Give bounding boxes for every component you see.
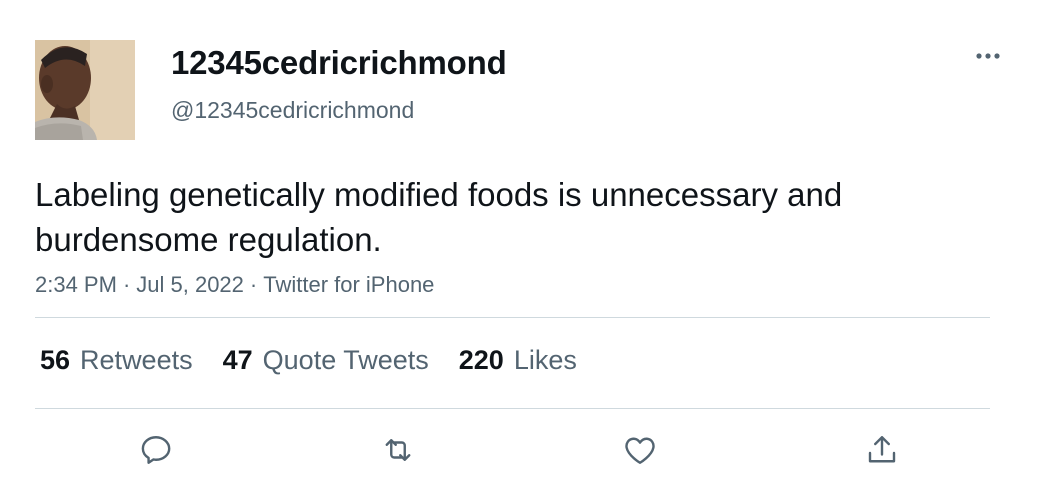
more-icon	[976, 53, 1000, 59]
user-handle[interactable]: @12345cedricrichmond	[171, 97, 414, 124]
tweet-card: 12345cedricrichmond @12345cedricrichmond…	[0, 0, 1050, 480]
quote-tweets-count: 47	[222, 344, 253, 375]
engagement-stats: 56 Retweets 47 Quote Tweets 220 Likes	[40, 342, 607, 378]
reply-button[interactable]	[134, 428, 178, 472]
separator-dot: ·	[249, 272, 258, 297]
tweet-date[interactable]: Jul 5, 2022	[136, 272, 244, 298]
likes-stat[interactable]: 220 Likes	[459, 345, 577, 376]
action-bar	[0, 428, 1050, 472]
share-button[interactable]	[860, 428, 904, 472]
tweet-time[interactable]: 2:34 PM	[35, 272, 117, 298]
profile-photo-icon	[35, 40, 135, 140]
share-icon	[868, 436, 896, 463]
tweet-text: Labeling genetically modified foods is u…	[35, 176, 843, 258]
retweet-icon	[385, 439, 411, 461]
retweets-stat[interactable]: 56 Retweets	[40, 345, 193, 376]
display-name[interactable]: 12345cedricrichmond	[171, 44, 507, 82]
retweets-label: Retweets	[80, 344, 193, 375]
quote-tweets-label: Quote Tweets	[262, 344, 429, 375]
avatar[interactable]	[35, 40, 135, 140]
more-options-button[interactable]	[970, 44, 1006, 68]
divider	[35, 408, 990, 409]
quote-tweets-stat[interactable]: 47 Quote Tweets	[223, 345, 429, 376]
retweet-button[interactable]	[376, 428, 420, 472]
likes-label: Likes	[513, 344, 577, 375]
divider	[35, 317, 990, 318]
retweets-count: 56	[40, 344, 71, 375]
tweet-metadata: 2:34 PM · Jul 5, 2022 · Twitter for iPhone	[35, 272, 434, 298]
separator-dot: ·	[122, 272, 131, 297]
like-button[interactable]	[618, 428, 662, 472]
reply-icon	[141, 436, 171, 464]
heart-icon	[625, 437, 655, 464]
tweet-source[interactable]: Twitter for iPhone	[263, 272, 434, 298]
likes-count: 220	[458, 344, 504, 375]
